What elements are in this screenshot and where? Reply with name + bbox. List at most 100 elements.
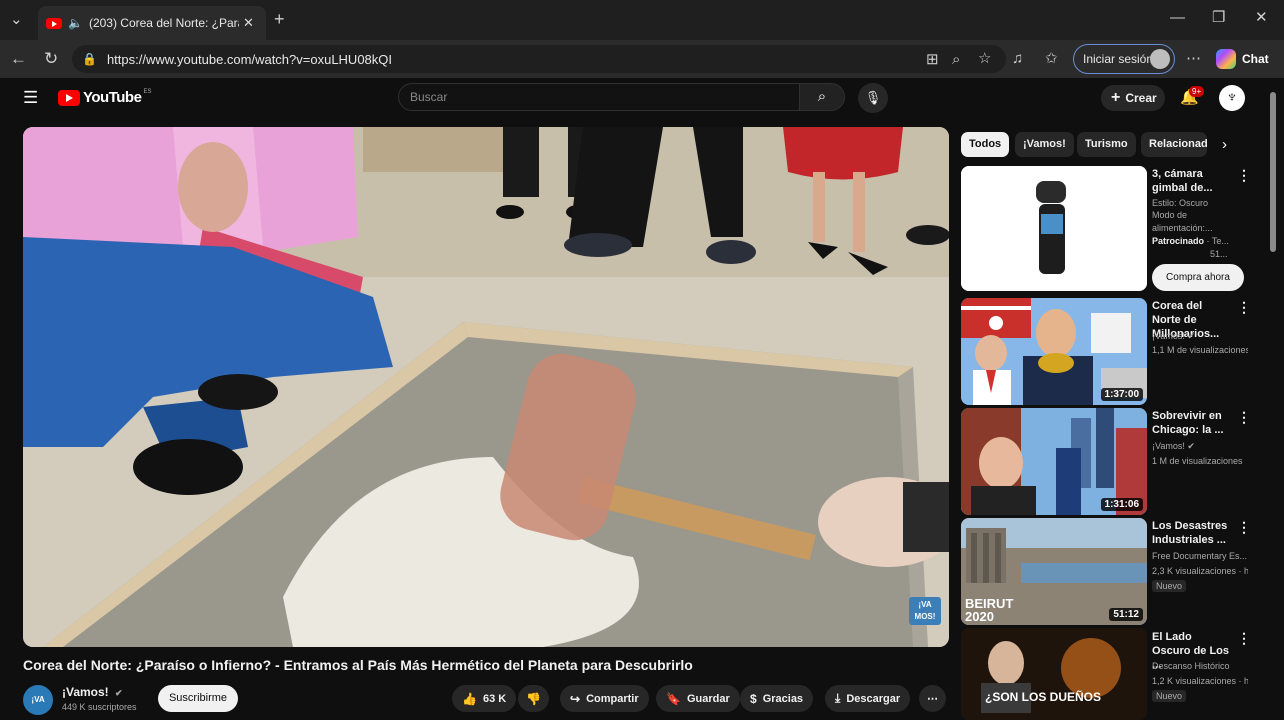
address-bar-row: ← ↻ 🔒 https://www.youtube.com/watch?v=ox… <box>0 40 1284 78</box>
window-close-icon[interactable]: ✕ <box>1255 10 1268 25</box>
channel-text: ¡Vamos! <box>1152 441 1185 451</box>
microphone-icon: 🎙 <box>864 90 882 105</box>
channel-name-text: ¡Vamos! <box>62 685 109 699</box>
video-title: Corea del Norte: ¿Paraíso o Infierno? - … <box>23 657 693 673</box>
duration-badge: 1:37:00 <box>1100 388 1143 401</box>
related-views-3: 2,3 K visualizaciones · h <box>1152 566 1248 576</box>
subscribe-button[interactable]: Suscribirme <box>158 685 238 712</box>
url-field[interactable]: 🔒 https://www.youtube.com/watch?v=oxuLHU… <box>72 45 1006 73</box>
create-button[interactable]: + Crear <box>1101 85 1165 111</box>
zoom-icon[interactable]: ⌕ <box>952 52 960 67</box>
related-title-3[interactable]: Los Desastres Industriales ... <box>1152 519 1232 547</box>
subscriber-count: 449 K suscriptores <box>62 702 137 712</box>
back-icon[interactable]: ← <box>10 50 27 67</box>
site-info-icon[interactable]: 🔒 <box>82 52 97 66</box>
gimbal-camera-image <box>961 166 1147 291</box>
download-label: Descargar <box>846 692 901 705</box>
extensions-icon[interactable]: ♫ <box>1012 51 1023 66</box>
reload-icon[interactable]: ↻ <box>44 50 58 67</box>
app-available-icon[interactable]: ⊞ <box>926 52 939 67</box>
related-thumbnail-3[interactable]: BEIRUT 2020 51:12 <box>961 518 1147 625</box>
share-icon: ↪ <box>570 691 581 706</box>
copilot-chat-button[interactable]: Chat <box>1216 45 1269 73</box>
voice-search-button[interactable]: 🎙 <box>858 83 888 113</box>
account-avatar[interactable]: ♆ <box>1219 85 1245 111</box>
share-button[interactable]: ↪ Compartir <box>560 685 649 712</box>
sponsored-tail: · Te... <box>1206 236 1229 246</box>
related-thumbnail-1[interactable]: 1:37:00 <box>961 298 1147 405</box>
search-input[interactable]: Buscar <box>398 83 800 111</box>
video-menu-icon[interactable]: ⋮ <box>1237 409 1251 426</box>
more-options-icon[interactable]: ⋯ <box>1186 51 1201 66</box>
chip-relacionado[interactable]: Relacionado <box>1141 132 1207 157</box>
plus-icon: + <box>1111 89 1121 106</box>
youtube-logo[interactable]: YouTube ES <box>58 89 151 106</box>
video-menu-icon[interactable]: ⋮ <box>1237 299 1251 316</box>
chip-vamos[interactable]: ¡Vamos! <box>1015 132 1074 157</box>
speaker-icon[interactable]: 🔈 <box>68 16 83 30</box>
download-button[interactable]: ⤓ Descargar <box>825 685 911 712</box>
signin-label: Iniciar sesión <box>1083 52 1154 66</box>
ad-line2: Modo de <box>1152 210 1188 220</box>
chip-todos[interactable]: Todos <box>961 132 1010 157</box>
search-placeholder: Buscar <box>410 90 448 104</box>
copilot-icon <box>1216 49 1236 69</box>
more-actions-button[interactable]: ⋯ <box>919 685 946 712</box>
related-thumbnail-2[interactable]: 1:31:06 <box>961 408 1147 515</box>
related-title-2[interactable]: Sobrevivir en Chicago: la ... <box>1152 409 1232 437</box>
tab-list-chevron-icon[interactable]: ⌄ <box>10 12 23 27</box>
thumbnail-overlay-text: BEIRUT 2020 <box>965 596 1014 624</box>
verified-icon: ✔ <box>1187 441 1195 451</box>
ad-line3: alimentación:... <box>1152 223 1213 233</box>
youtube-header: ☰ YouTube ES Buscar ⌕ 🎙 + Crear 🔔 9+ ♆ <box>0 78 1284 118</box>
chat-label: Chat <box>1242 52 1269 66</box>
related-channel-1: ¡Vamos! ✔ <box>1152 329 1248 343</box>
related-views-4: 1,2 K visualizaciones · h <box>1152 676 1248 686</box>
channel-avatar[interactable]: ¡VA <box>23 685 53 715</box>
chips-next-icon[interactable]: › <box>1222 137 1227 152</box>
favorites-icon[interactable]: ✩ <box>1045 51 1058 66</box>
thumbs-down-icon: 👎 <box>526 691 541 706</box>
download-icon: ⤓ <box>835 691 841 705</box>
save-button[interactable]: 🔖 Guardar <box>656 685 740 712</box>
signin-button[interactable]: Iniciar sesión <box>1073 44 1175 74</box>
ad-menu-icon[interactable]: ⋮ <box>1237 167 1251 184</box>
related-channel-2: ¡Vamos! ✔ <box>1152 439 1248 453</box>
chip-turismo[interactable]: Turismo <box>1077 132 1136 157</box>
new-badge: Nuevo <box>1152 580 1187 592</box>
search-button[interactable]: ⌕ <box>799 83 845 111</box>
profile-avatar-icon <box>1150 49 1170 69</box>
thanks-label: Gracias <box>762 692 804 705</box>
related-thumbnail-4[interactable]: ¿SON LOS DUEÑOS <box>961 628 1147 720</box>
maximize-icon[interactable]: ❐ <box>1212 10 1225 25</box>
thanks-button[interactable]: $ Gracias <box>740 685 814 712</box>
minimize-icon[interactable]: — <box>1170 10 1185 25</box>
thumbnail-overlay-text: ¿SON LOS DUEÑOS <box>985 690 1102 704</box>
browser-tab-bar: ⌄ 🔈 (203) Corea del Norte: ¿Paraíso o In… <box>0 0 1284 40</box>
create-label: Crear <box>1125 91 1157 105</box>
video-menu-icon[interactable]: ⋮ <box>1237 519 1251 536</box>
favorite-star-icon[interactable]: ☆ <box>978 51 991 66</box>
video-frame-image <box>23 127 949 647</box>
duration-badge: 51:12 <box>1109 608 1143 621</box>
hamburger-menu-icon[interactable]: ☰ <box>23 89 38 106</box>
country-code: ES <box>143 89 152 95</box>
browser-tab[interactable]: 🔈 (203) Corea del Norte: ¿Paraíso o Infi… <box>38 6 266 40</box>
like-button[interactable]: 👍 63 K <box>452 685 517 712</box>
tab-title: (203) Corea del Norte: ¿Paraíso o Infier… <box>88 16 239 30</box>
verified-icon: ✔ <box>1187 331 1195 341</box>
ad-title[interactable]: 3, cámara gimbal de... <box>1152 167 1232 195</box>
more-horizontal-icon: ⋯ <box>927 693 938 705</box>
dislike-button[interactable]: 👎 <box>518 685 549 712</box>
related-channel-3: Free Documentary Es... <box>1152 551 1248 561</box>
new-tab-icon[interactable]: + <box>274 10 285 28</box>
video-menu-icon[interactable]: ⋮ <box>1237 630 1251 647</box>
notification-badge: 9+ <box>1189 86 1205 97</box>
bookmark-icon: 🔖 <box>666 691 681 706</box>
tab-close-icon[interactable]: ✕ <box>243 15 254 31</box>
page-scrollbar[interactable] <box>1270 92 1276 252</box>
ad-thumbnail[interactable] <box>961 166 1147 291</box>
video-player[interactable]: ¡VA MOS! <box>23 127 949 647</box>
shop-now-button[interactable]: Compra ahora <box>1152 264 1244 291</box>
channel-name[interactable]: ¡Vamos! ✔ <box>62 685 123 699</box>
